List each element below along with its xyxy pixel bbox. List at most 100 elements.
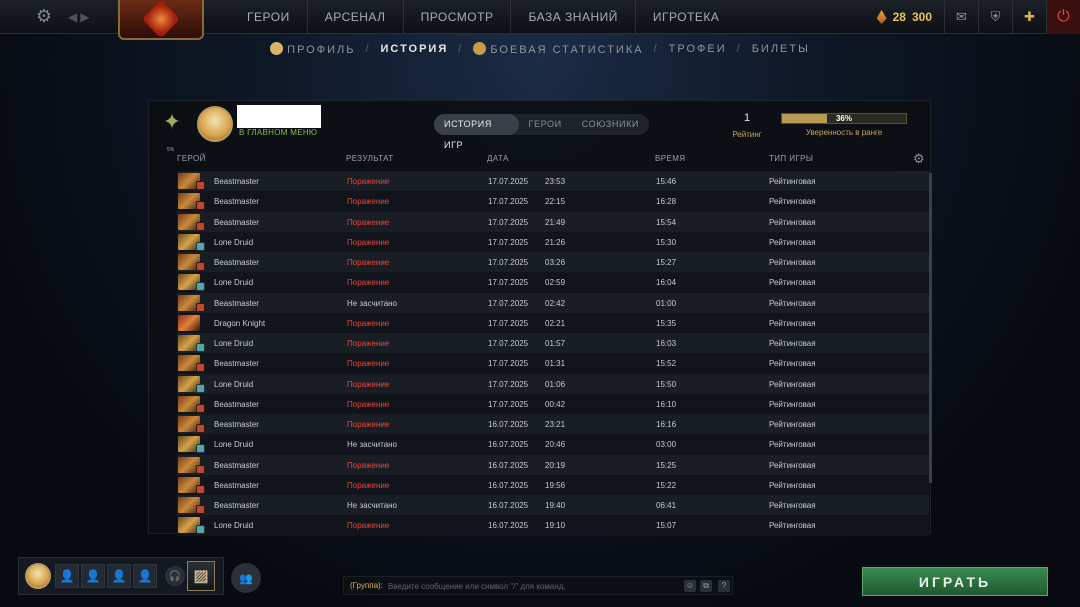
rank-medal-icon[interactable]: ✦ 5% [159,107,185,153]
match-date: 17.07.2025 [488,359,529,369]
table-row[interactable]: Beastmaster Поражение 17.07.2025 21:49 15:54… [177,211,929,232]
table-row[interactable]: Lone Druid Не засчитано 16.07.2025 20:46 03:… [177,434,929,455]
hero-name: Lone Druid [214,339,254,348]
table-row[interactable]: Beastmaster Поражение 17.07.2025 00:42 16:10… [177,393,929,414]
hero-name: Beastmaster [214,460,259,470]
nav-arcade[interactable]: ИГРОТЕКА [636,0,737,34]
forward-arrow-icon[interactable]: ▶ [80,10,92,24]
items-icon[interactable]: ⛨ [978,0,1012,34]
table-row[interactable]: Beastmaster Поражение 16.07.2025 20:19 15:25… [177,454,929,475]
dota-logo-icon[interactable] [118,0,204,40]
subnav-tickets[interactable]: БИЛЕТЫ [752,43,810,55]
hero-portrait-icon [178,335,205,352]
match-result: Поражение [347,197,390,207]
confidence-percent: 36% [835,114,852,123]
nav-watch[interactable]: ПРОСМОТР [404,0,512,34]
party-slot[interactable]: 👤 [55,564,79,588]
match-duration: 03:00 [656,440,677,450]
hero-name: Dragon Knight [214,318,266,328]
match-time: 02:42 [545,298,566,308]
chat-channel[interactable]: (Группа): [350,581,383,590]
subnav-separator: / [736,43,742,55]
table-row[interactable]: Beastmaster Поражение 17.07.2025 23:53 15:46… [177,171,929,192]
party-slot[interactable]: 👤 [133,564,157,588]
table-row[interactable]: Beastmaster Не засчитано 16.07.2025 19:40 06… [177,495,929,516]
subnav-trophies[interactable]: ТРОФЕИ [669,43,727,55]
party-slot[interactable]: 👤 [81,564,105,588]
match-date: 17.07.2025 [488,258,529,267]
role-icon [196,444,205,454]
table-row[interactable]: Lone Druid Поражение 17.07.2025 01:06 15:50 Р… [177,373,929,394]
rating-label: Рейтинг [732,130,762,139]
column-date[interactable]: ДАТА [487,154,509,163]
mail-icon[interactable]: ✉ [944,0,978,34]
match-result: Поражение [347,521,390,531]
party-slot[interactable]: 👤 [107,564,131,588]
avatar[interactable] [25,563,51,589]
role-icon [196,282,205,292]
match-time: 19:56 [545,480,566,490]
back-arrow-icon[interactable]: ◀ [68,10,80,24]
help-icon[interactable]: ? [718,580,730,592]
plus-icon [473,42,487,55]
match-date: 17.07.2025 [488,237,529,247]
main-nav: ГЕРОИ АРСЕНАЛ ПРОСМОТР БАЗА ЗНАНИЙ ИГРОТ… [230,0,736,34]
friends-icon[interactable]: 👥 [231,563,261,593]
match-date: 17.07.2025 [488,318,529,328]
hero-name: Beastmaster [214,258,259,267]
table-row[interactable]: Lone Druid Поражение 16.07.2025 19:10 15:07 Р… [177,515,929,536]
table-row[interactable]: Lone Druid Поражение 17.07.2025 21:26 15:30 Р… [177,231,929,252]
role-icon [196,403,205,413]
nav-arsenal[interactable]: АРСЕНАЛ [308,0,404,34]
nav-knowledge-base[interactable]: БАЗА ЗНАНИЙ [511,0,636,34]
tab-heroes[interactable]: ГЕРОИ [519,114,572,135]
game-type: Рейтинговая [769,237,816,247]
tab-match-history[interactable]: ИСТОРИЯ ИГР [434,114,519,150]
table-row[interactable]: Beastmaster Поражение 16.07.2025 19:56 15:22… [177,474,929,495]
table-row[interactable]: Beastmaster Поражение 16.07.2025 23:21 16:16… [177,414,929,435]
match-duration: 16:16 [656,420,677,429]
plus-level-icon[interactable]: ✚ [1012,0,1046,34]
currency[interactable]: 28 300 [876,10,944,24]
role-icon [196,525,205,535]
table-row[interactable]: Beastmaster Не засчитано 17.07.2025 02:42 01… [177,292,929,313]
settings-gear-icon[interactable]: ⚙ [34,6,54,26]
table-row[interactable]: Beastmaster Поражение 17.07.2025 01:31 15:52… [177,353,929,374]
column-duration[interactable]: ВРЕМЯ [655,154,685,163]
match-duration: 15:30 [656,237,677,247]
shards-count: 28 [892,10,906,24]
column-result[interactable]: РЕЗУЛЬТАТ [346,154,394,163]
table-row[interactable]: Lone Druid Поражение 17.07.2025 02:59 16:04 Р… [177,272,929,293]
role-icon [196,383,205,393]
avatar[interactable] [197,106,233,142]
scrollbar[interactable] [929,173,932,483]
play-button[interactable]: ИГРАТЬ [862,567,1048,596]
table-settings-gear-icon[interactable]: ⚙ [913,151,925,167]
hero-name: Beastmaster [214,197,259,207]
chat-window-icon[interactable]: ⧉ [700,580,712,592]
hero-name: Beastmaster [214,359,259,369]
voice-chat-icon[interactable]: 🎧 [165,566,185,586]
table-row[interactable]: Beastmaster Поражение 17.07.2025 03:26 15:27… [177,252,929,273]
game-type: Рейтинговая [769,258,816,267]
column-hero[interactable]: ГЕРОЙ [177,154,206,163]
profile-subnav: ПРОФИЛЬ / ИСТОРИЯ / БОЕВАЯ СТАТИСТИКА / … [0,38,1080,60]
hero-name: Beastmaster [214,480,259,490]
table-row[interactable]: Dragon Knight Поражение 17.07.2025 02:21 15:… [177,312,929,333]
nav-heroes[interactable]: ГЕРОИ [230,0,308,34]
table-row[interactable]: Lone Druid Поражение 17.07.2025 01:57 16:03 Р… [177,333,929,354]
match-time: 01:06 [545,379,566,389]
power-icon[interactable]: ⏻ [1046,0,1080,34]
battle-pass-icon[interactable]: ▨ [187,561,215,591]
subnav-history[interactable]: ИСТОРИЯ [381,43,449,55]
emoji-icon[interactable]: ☺ [684,580,696,592]
hero-portrait-icon [178,456,205,474]
role-icon [196,241,205,251]
column-game-type[interactable]: ТИП ИГРЫ [769,154,813,163]
subnav-profile[interactable]: ПРОФИЛЬ [270,42,355,56]
table-row[interactable]: Beastmaster Поражение 17.07.2025 22:15 16:28… [177,191,929,212]
subnav-combat-stats[interactable]: БОЕВАЯ СТАТИСТИКА [473,42,643,56]
chat-input[interactable] [388,579,678,593]
match-result: Поражение [347,237,390,247]
tab-allies[interactable]: СОЮЗНИКИ [572,114,649,135]
